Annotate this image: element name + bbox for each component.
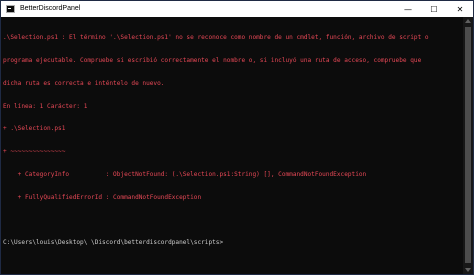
minimize-button[interactable]: — xyxy=(395,1,421,17)
scroll-down-arrow-icon[interactable] xyxy=(465,268,471,272)
error-line: programa ejecutable. Compruebe si escrib… xyxy=(3,56,422,64)
window-title: BetterDiscordPanel xyxy=(20,5,81,12)
error-line: + .\Selection.ps1 xyxy=(3,125,66,133)
error-line: dicha ruta es correcta e inténtelo de nu… xyxy=(3,79,165,87)
error-line: .\Selection.ps1 : El término '.\Selectio… xyxy=(3,34,429,42)
error-line: + ~~~~~~~~~~~~~~~ xyxy=(3,148,66,156)
scroll-thumb[interactable] xyxy=(465,27,471,263)
error-line: + FullyQualifiedErrorId : CommandNotFoun… xyxy=(3,193,202,201)
window-controls: — ☐ ✕ xyxy=(395,1,473,17)
title-bar[interactable]: BetterDiscordPanel — ☐ ✕ xyxy=(1,1,473,17)
vertical-scrollbar[interactable] xyxy=(463,17,473,274)
console-window: BetterDiscordPanel — ☐ ✕ .\Selection.ps1… xyxy=(0,0,474,275)
close-button[interactable]: ✕ xyxy=(447,1,473,17)
console-output[interactable]: .\Selection.ps1 : El término '.\Selectio… xyxy=(1,17,463,274)
error-line: + CategoryInfo : ObjectNotFound: (.\Sele… xyxy=(3,170,367,178)
console-icon xyxy=(6,5,15,13)
error-line: En línea: 1 Carácter: 1 xyxy=(3,102,88,110)
maximize-button[interactable]: ☐ xyxy=(421,1,447,17)
scroll-up-arrow-icon[interactable] xyxy=(465,19,471,23)
command-prompt[interactable]: C:\Users\louis\Desktop\ \Discord\betterd… xyxy=(3,239,463,247)
